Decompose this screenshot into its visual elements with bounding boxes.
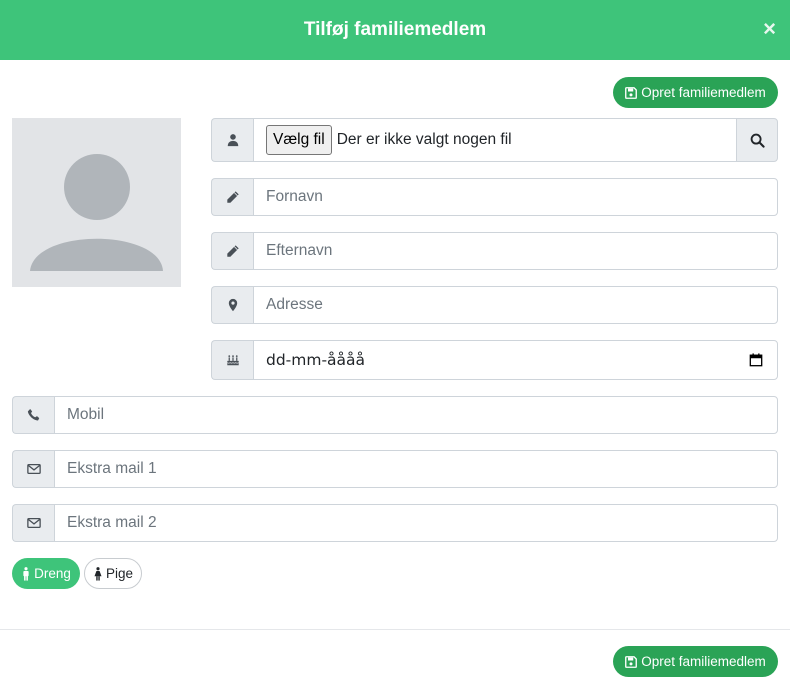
envelope-icon-addon <box>12 450 54 488</box>
search-button[interactable] <box>736 118 778 162</box>
envelope-icon-addon <box>12 504 54 542</box>
pencil-icon <box>226 191 239 203</box>
choose-file-button[interactable]: Vælg fil <box>266 125 332 155</box>
footer-divider <box>0 629 790 630</box>
avatar-placeholder[interactable] <box>12 118 181 287</box>
address-group: Adresse <box>211 286 778 324</box>
floppy-disk-icon <box>625 655 638 668</box>
birthday-cake-icon-addon <box>211 340 253 380</box>
file-status: Der er ikke valgt nogen fil <box>336 131 512 148</box>
envelope-icon <box>26 517 41 529</box>
map-marker-icon <box>228 298 237 312</box>
close-button[interactable]: × <box>763 18 776 40</box>
envelope-icon <box>26 463 41 475</box>
user-silhouette-icon <box>30 154 163 271</box>
create-member-label: Opret familiemedlem <box>641 654 766 669</box>
phone-icon <box>27 409 39 421</box>
lastname-input[interactable]: Efternavn <box>253 232 778 270</box>
pencil-icon <box>226 245 239 257</box>
pencil-icon-addon <box>211 178 253 216</box>
mobile-group: Mobil <box>12 396 778 434</box>
gender-girl-button[interactable]: Pige <box>84 558 142 589</box>
floppy-disk-icon <box>625 86 638 99</box>
search-icon <box>750 133 765 148</box>
user-icon <box>227 134 238 147</box>
modal-title: Tilføj familiemedlem <box>303 19 487 40</box>
birthday-cake-icon <box>226 355 239 366</box>
address-input[interactable]: Adresse <box>253 286 778 324</box>
email1-input[interactable]: Ekstra mail 1 <box>54 450 778 488</box>
email2-input[interactable]: Ekstra mail 2 <box>54 504 778 542</box>
birthdate-placeholder: dd-mm-åååå <box>266 351 366 369</box>
lastname-group: Efternavn <box>211 232 778 270</box>
birthdate-input[interactable]: dd-mm-åååå <box>253 340 778 380</box>
gender-girl-label: Pige <box>105 566 134 581</box>
map-marker-icon-addon <box>211 286 253 324</box>
modal-header: Tilføj familiemedlem × <box>0 0 790 60</box>
create-member-label: Opret familiemedlem <box>641 85 766 100</box>
pencil-icon-addon <box>211 232 253 270</box>
firstname-group: Fornavn <box>211 178 778 216</box>
email2-group: Ekstra mail 2 <box>12 504 778 542</box>
create-member-button-bottom[interactable]: Opret familiemedlem <box>613 646 778 677</box>
photo-upload-group: Vælg fil Der er ikke valgt nogen fil <box>211 118 778 162</box>
mobile-input[interactable]: Mobil <box>54 396 778 434</box>
birthdate-group: dd-mm-åååå <box>211 340 778 380</box>
female-icon <box>94 566 102 581</box>
male-icon <box>23 566 29 581</box>
file-input[interactable]: Vælg fil Der er ikke valgt nogen fil <box>253 118 736 162</box>
calendar-icon[interactable] <box>749 353 763 367</box>
create-member-button-top[interactable]: Opret familiemedlem <box>613 77 778 108</box>
gender-boy-label: Dreng <box>34 566 71 581</box>
gender-boy-button[interactable]: Dreng <box>12 558 80 589</box>
email1-group: Ekstra mail 1 <box>12 450 778 488</box>
phone-icon-addon <box>12 396 54 434</box>
user-icon-addon <box>211 118 253 162</box>
firstname-input[interactable]: Fornavn <box>253 178 778 216</box>
